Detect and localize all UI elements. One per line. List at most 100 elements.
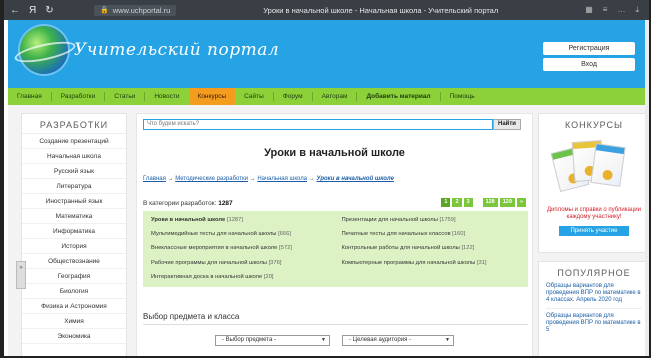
page-title: Уроки в начальной школе (264, 147, 405, 159)
category-count: В категории разработок: 1287 (143, 200, 233, 207)
audience-select[interactable]: - Целевая аудитория - ▼ (342, 335, 454, 346)
right-sidebar: КОНКУРСЫ Дипломы и справки о публикации … (538, 113, 649, 356)
breadcrumb: Главная → Методические разработки → Нача… (143, 176, 394, 182)
sidebar-item-primary-school[interactable]: Начальная школа (22, 149, 126, 164)
popular-box: ПОПУЛЯРНОЕ Образцы вариантов для проведе… (538, 261, 649, 356)
sidebar-item-informatics[interactable]: Информатика (22, 224, 126, 239)
browser-window: ← Я ↻ 🔒 www.uchportal.ru Уроки в начальн… (0, 0, 651, 358)
subcategory-item[interactable]: Компьютерные программы для начальной шко… (342, 258, 521, 268)
sidebar-item-math[interactable]: Математика (22, 209, 126, 224)
browser-nav: ← Я ↻ (10, 5, 90, 16)
sidebar-item-geography[interactable]: География (22, 269, 126, 284)
count-label: В категории разработок: (143, 200, 217, 207)
subject-select[interactable]: - Выбор предмета - ▼ (215, 335, 330, 346)
sidebar-item-history[interactable]: История (22, 239, 126, 254)
more-icon[interactable]: … (617, 5, 625, 15)
address-bar[interactable]: 🔒 www.uchportal.ru (94, 4, 177, 16)
breadcrumb-separator: → (167, 176, 174, 182)
browser-page-title: Уроки в начальной школе - Начальная школ… (263, 5, 499, 15)
certificates-image[interactable] (549, 135, 639, 205)
subcategory-item[interactable]: Контрольные работы для начальной школы [… (342, 243, 521, 253)
section-divider (143, 324, 528, 325)
subcategory-list: Уроки в начальной школе [1287] Презентац… (143, 211, 528, 287)
lock-icon: 🔒 (100, 7, 109, 14)
popular-divider (546, 308, 642, 309)
chevron-down-icon: ▼ (445, 337, 450, 343)
page-128[interactable]: 128 (482, 198, 498, 207)
menu-item-help[interactable]: Помощь (441, 88, 484, 105)
menu-item-home[interactable]: Главная (8, 88, 51, 105)
reload-icon[interactable]: ↻ (45, 5, 53, 16)
participate-button[interactable]: Принять участие (559, 226, 629, 236)
sidebar-item-presentations[interactable]: Создание презентаций (22, 134, 126, 149)
breadcrumb-separator: → (249, 176, 256, 182)
page-3[interactable]: 3 (463, 198, 473, 207)
search-input[interactable]: Что будем искать? (143, 119, 493, 130)
subcategory-item[interactable]: Уроки в начальной школе [1287] (151, 215, 330, 225)
subcategory-item[interactable]: Печатные тесты для начальных классов [16… (342, 229, 521, 239)
site-header: Учительский портал Регистрация Вход (8, 20, 649, 88)
menu-item-contests[interactable]: Конкурсы (188, 88, 236, 105)
subcategory-item[interactable]: Мультимедийные тесты для начальной школы… (151, 229, 330, 239)
tabs-icon[interactable]: ▦ (585, 5, 593, 15)
breadcrumb-current[interactable]: Уроки в начальной школе (316, 176, 394, 182)
subject-select-value: - Выбор предмета - (222, 337, 276, 343)
menu-item-add-material[interactable]: Добавить материал (357, 88, 439, 105)
page-next[interactable]: » (516, 198, 526, 207)
site-logo-text[interactable]: Учительский портал (74, 40, 279, 60)
search-button[interactable]: Найти (493, 119, 521, 130)
page-129[interactable]: 129 (499, 198, 515, 207)
pager-gap (475, 198, 481, 207)
popular-item[interactable]: Образцы вариантов для проведения ВПР по … (539, 311, 649, 336)
sidebar-item-social-studies[interactable]: Обществознание (22, 254, 126, 269)
page-1[interactable]: 1 (441, 198, 451, 207)
sidebar-title: РАЗРАБОТКИ (22, 114, 126, 134)
subcategory-item[interactable]: Внеклассные мероприятия в начальной школ… (151, 243, 330, 253)
audience-select-value: - Целевая аудитория - (349, 337, 411, 343)
breadcrumb-home[interactable]: Главная (143, 176, 166, 182)
contests-title: КОНКУРСЫ (564, 120, 624, 130)
side-panel-toggle[interactable]: » (16, 261, 26, 289)
breadcrumb-separator: → (308, 176, 315, 182)
menu-item-sites[interactable]: Сайты (235, 88, 273, 105)
yandex-icon[interactable]: Я (29, 5, 36, 16)
pagination: 1 2 3 128 129 » (441, 198, 526, 207)
menu-icon[interactable]: ≡ (603, 5, 608, 15)
back-icon[interactable]: ← (10, 5, 20, 16)
sidebar-item-chemistry[interactable]: Химия (22, 314, 126, 329)
sidebar-item-foreign-language[interactable]: Иностранный язык (22, 194, 126, 209)
sidebar-item-russian[interactable]: Русский язык (22, 164, 126, 179)
menu-item-authors[interactable]: Авторам (313, 88, 357, 105)
count-value: 1287 (218, 200, 233, 207)
subject-section-title: Выбор предмета и класса (143, 312, 240, 321)
page-scrollbar[interactable] (645, 20, 649, 356)
breadcrumb-method-developments[interactable]: Методические разработки (175, 176, 248, 182)
subcategory-item[interactable]: Презентации для начальной школы [1759] (342, 215, 521, 225)
register-button[interactable]: Регистрация (543, 42, 635, 55)
sidebar: РАЗРАБОТКИ Создание презентаций Начальна… (21, 113, 127, 356)
menu-item-articles[interactable]: Статьи (105, 88, 144, 105)
menu-item-forum[interactable]: Форум (274, 88, 312, 105)
sidebar-item-literature[interactable]: Литература (22, 179, 126, 194)
popular-title: ПОПУЛЯРНОЕ (557, 268, 631, 278)
search-bar: Что будем искать? Найти (143, 119, 521, 130)
menu-item-developments[interactable]: Разработки (52, 88, 105, 105)
sidebar-item-physics[interactable]: Физика и Астрономия (22, 299, 126, 314)
page-2[interactable]: 2 (452, 198, 462, 207)
login-button[interactable]: Вход (543, 58, 635, 71)
subcategory-item[interactable]: Интерактивная доска в начальной школе [2… (151, 272, 330, 282)
subcategory-item[interactable]: Рабочие программы для начальной школы [3… (151, 258, 330, 268)
sidebar-item-economics[interactable]: Экономика (22, 329, 126, 344)
breadcrumb-primary-school[interactable]: Начальная школа (257, 176, 307, 182)
certificate-icon (590, 143, 626, 187)
sidebar-item-biology[interactable]: Биология (22, 284, 126, 299)
main-panel: Что будем искать? Найти Уроки в начально… (136, 113, 533, 356)
main-menu: Главная Разработки Статьи Новости Конкур… (8, 88, 649, 105)
download-icon[interactable]: ⤓ (635, 5, 639, 15)
browser-icons: ▦ ≡ … ⤓ (585, 5, 639, 15)
popular-item[interactable]: Образцы вариантов для проведения ВПР по … (539, 281, 649, 306)
url-text: www.uchportal.ru (112, 5, 171, 15)
contests-promo-text: Дипломы и справки о публикации каждому у… (546, 207, 642, 220)
menu-item-news[interactable]: Новости (145, 88, 188, 105)
sidebar-list: Создание презентаций Начальная школа Рус… (22, 134, 126, 344)
